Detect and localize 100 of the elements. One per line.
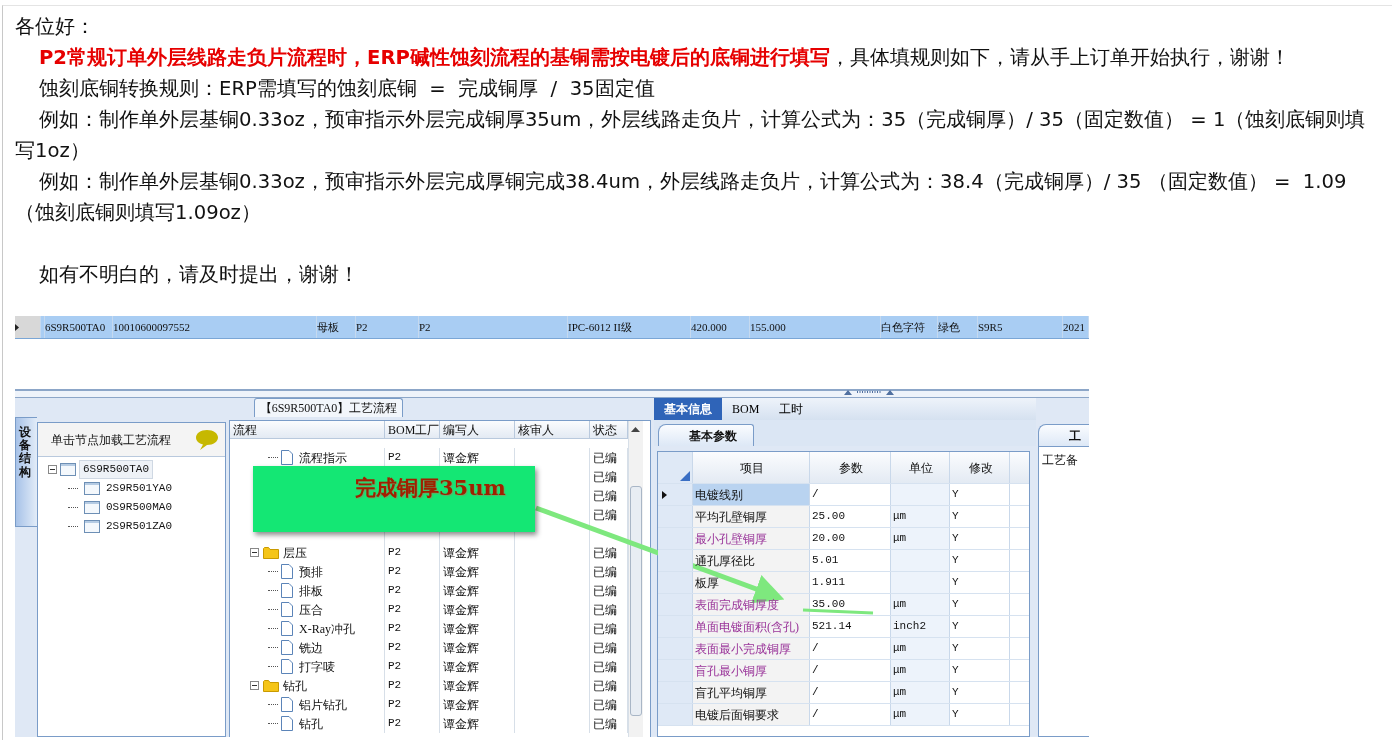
table-cell-text: P2 — [388, 716, 402, 732]
table-cell-text: 5.01 — [812, 553, 839, 569]
tree-node[interactable]: 预排 — [299, 562, 323, 581]
tree-node[interactable]: 层压 — [283, 543, 307, 562]
paragraph: 例如：制作单外层基铜0.33oz，预审指示外层完成铜厚35um，外层线路走负片，计算公式为：35（完成铜厚）/ 35（固定数值） = 1（蚀刻底铜则填写1oz） — [15, 107, 1367, 164]
table-cell-text: P2 — [356, 319, 368, 335]
table-cell-text: IPC-6012 II级 — [568, 319, 632, 335]
tree-node[interactable]: 钻孔 — [299, 714, 323, 733]
table-cell-text: P2 — [388, 564, 402, 580]
table-cell-text: 已编 — [593, 468, 617, 486]
table-cell-text: 谭金辉 — [443, 544, 479, 562]
tab[interactable]: 工时 — [769, 398, 814, 420]
tree-node[interactable]: X-Ray冲孔 — [299, 619, 355, 638]
table-cell-text: 已编 — [593, 544, 617, 562]
table-cell-text: Y — [952, 575, 959, 591]
table-cell-text: / — [812, 707, 819, 723]
sub-tab[interactable]: 基本参数 — [658, 424, 754, 446]
row-pointer-icon — [15, 323, 19, 331]
table-cell-text: 10010600097552 — [113, 319, 190, 335]
tree-node[interactable]: 排板 — [299, 581, 323, 600]
tree-node[interactable]: 钻孔 — [283, 676, 307, 695]
table-cell-text: Y — [952, 531, 959, 547]
table-cell-text: S9R5 — [978, 319, 1003, 335]
table-cell-text: 电镀后面铜要求 — [695, 706, 779, 724]
collapse-icon[interactable] — [250, 681, 259, 690]
table-cell-text: Y — [952, 509, 959, 525]
table-cell-text: P2 — [388, 659, 402, 675]
table-cell-text: 已编 — [593, 620, 617, 638]
side-tab[interactable]: 设备结构 — [15, 417, 37, 527]
table-cell: μm — [891, 682, 950, 703]
speech-bubble-icon — [195, 428, 219, 451]
tab[interactable]: 基本信息 — [654, 398, 722, 420]
node-icon — [84, 501, 100, 514]
tree-node[interactable]: 6S9R500TA0 — [79, 460, 153, 479]
scrollbar[interactable] — [628, 421, 643, 737]
tree-node[interactable]: 打字唛 — [299, 657, 335, 676]
table-cell-text: 电镀线别 — [695, 486, 743, 504]
document-icon — [281, 716, 293, 731]
table-cell-text: P2 — [388, 621, 402, 637]
table-cell-text: 已编 — [593, 563, 617, 581]
table-cell-text: 盲孔平均铜厚 — [695, 684, 767, 702]
tree-node[interactable]: 压合 — [299, 600, 323, 619]
table-cell-text: 35.00 — [812, 597, 845, 613]
folder-icon — [263, 679, 279, 692]
table-cell-text: / — [812, 487, 819, 503]
table-cell-text: 已编 — [593, 601, 617, 619]
table-cell-text: Y — [952, 685, 959, 701]
row-pointer-icon — [662, 490, 667, 499]
grid-corner[interactable] — [658, 452, 693, 483]
table-cell-text: 155.000 — [750, 319, 786, 335]
table-cell-text: 母板 — [317, 319, 339, 335]
table-cell-text: Y — [952, 487, 959, 503]
table-row[interactable]: 6S9R500TA0 10010600097552 母板 P2 P2 IPC-6012 II级 420.000 155.000 白色字符 绿色 S9R5 2021 — [15, 316, 1089, 339]
column-header: 参数 — [839, 459, 863, 477]
tab[interactable]: BOM — [722, 398, 770, 420]
table-cell-text: 20.00 — [812, 531, 845, 547]
table-cell: μm — [891, 594, 950, 615]
collapse-icon[interactable] — [48, 465, 57, 474]
tree-node[interactable]: 铣边 — [299, 638, 323, 657]
table-cell-text: P2 — [388, 545, 402, 561]
document-icon — [281, 583, 293, 598]
field-label: 工艺备 — [1042, 453, 1078, 467]
table-cell-text: 平均孔壁铜厚 — [695, 508, 767, 526]
panel-tab[interactable]: 工 — [1038, 424, 1089, 446]
table-cell-text: 谭金辉 — [443, 677, 479, 695]
table-cell: μm — [891, 528, 950, 549]
scroll-up-icon[interactable] — [629, 424, 642, 434]
column-header: 编写人 — [443, 421, 479, 438]
callout-text: 完成铜厚35um — [355, 475, 506, 500]
table-cell-text: 已编 — [593, 658, 617, 676]
table-cell: μm — [891, 506, 950, 527]
table-cell-text: / — [812, 685, 819, 701]
tree-node[interactable]: 流程指示 — [299, 448, 347, 467]
paragraph: 例如：制作单外层基铜0.33oz，预审指示外层完成厚铜完成38.4um，外层线路走负片，计算公式为：38.4（完成铜厚）/ 35 （固定数值） = 1.09 （蚀刻底铜则填写1.09oz） — [15, 169, 1348, 226]
document-icon — [281, 640, 293, 655]
table-cell-text: P2 — [419, 319, 431, 335]
document-icon — [281, 450, 293, 465]
table-cell-text: P2 — [388, 602, 402, 618]
table-cell-text: 白色字符 — [881, 319, 925, 335]
splitter-handle[interactable] — [844, 390, 894, 395]
column-header: 核审人 — [518, 421, 554, 438]
tree-node[interactable]: 0S9R500MA0 — [103, 499, 175, 516]
table-cell-text: P2 — [388, 678, 402, 694]
table-cell-text: 谭金辉 — [443, 620, 479, 638]
panel-tab[interactable]: 【6S9R500TA0】工艺流程 — [254, 398, 403, 417]
document-icon — [281, 659, 293, 674]
column-header: 项目 — [740, 459, 764, 477]
tree-node[interactable]: 2S9R501YA0 — [103, 480, 175, 497]
tree-node[interactable]: 铝片钻孔 — [299, 695, 347, 714]
table-cell-text: 谭金辉 — [443, 563, 479, 581]
collapse-icon[interactable] — [250, 548, 259, 557]
table-cell-text: 420.000 — [691, 319, 727, 335]
table-cell-text: / — [812, 641, 819, 657]
tree-node[interactable]: 2S9R501ZA0 — [103, 518, 175, 535]
table-cell-text: 盲孔最小铜厚 — [695, 662, 767, 680]
table-cell-text: 谭金辉 — [443, 639, 479, 657]
document-icon — [281, 564, 293, 579]
table-cell — [891, 572, 950, 593]
column-header: 状态 — [593, 421, 617, 438]
row-header[interactable] — [658, 484, 693, 505]
